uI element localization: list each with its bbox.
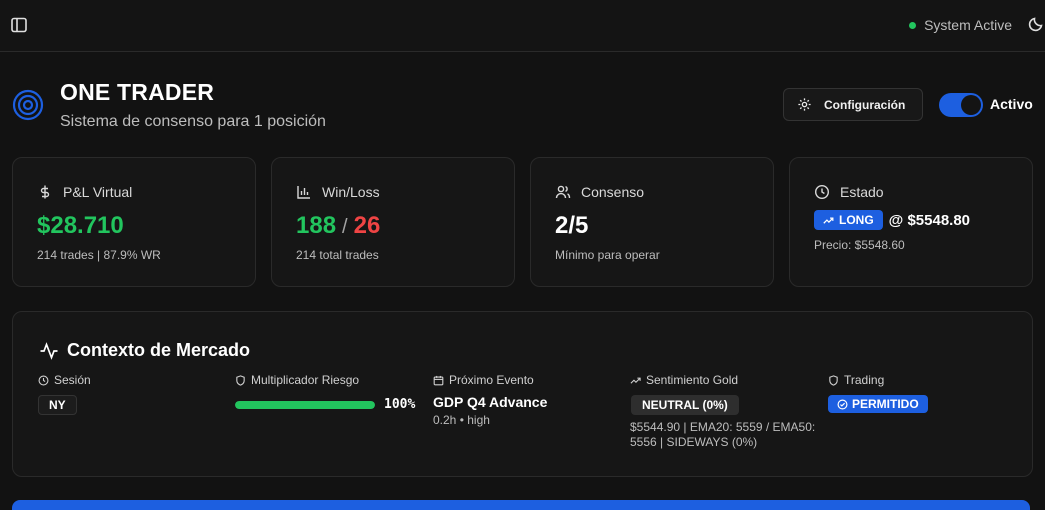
event-sub: 0.2h • high [433,413,490,427]
consenso-card: Consenso 2/5 Mínimo para operar [530,157,774,287]
target-logo-icon [12,89,44,121]
status-dot-icon [909,21,917,29]
event-name: GDP Q4 Advance [433,394,548,410]
sentiment-header: Sentimiento Gold [630,372,820,388]
risk-progress-fill [235,400,375,409]
calendar-icon [433,375,444,385]
clock-icon [38,375,49,385]
winloss-value: 188/26 [296,212,380,240]
risk-column: Multiplicador Riesgo 100% [235,372,415,412]
pnl-card-header: P&L Virtual [37,184,132,200]
clock-icon [814,184,830,200]
trading-header: Trading [828,372,928,388]
session-column: Sesión NY [38,372,91,415]
consenso-card-header: Consenso [555,184,644,200]
bottom-action-bar[interactable] [12,500,1030,510]
session-header: Sesión [38,372,91,388]
active-toggle-label: Activo [990,96,1033,112]
long-badge: LONG [814,210,883,230]
config-button-label: Configuración [824,97,906,112]
estado-card-header: Estado [814,184,884,200]
page-title: ONE TRADER [60,79,215,105]
trading-column: Trading PERMITIDO [828,372,928,415]
page-subtitle: Sistema de consenso para 1 posición [60,113,326,130]
active-toggle[interactable] [939,93,983,117]
sentiment-detail: $5544.90 | EMA20: 5559 / EMA50: 5556 | S… [630,420,816,449]
risk-progress-bar [235,400,375,409]
sentiment-label: Sentimiento Gold [646,373,739,387]
config-button[interactable]: Configuración [783,88,923,121]
sentiment-badge: NEUTRAL (0%) [631,395,739,415]
risk-percent: 100% [384,397,416,412]
shield-icon [829,374,838,386]
session-label: Sesión [54,373,91,387]
sentiment-column: Sentimiento Gold NEUTRAL (0%) $5544.90 |… [630,372,820,450]
trading-badge-label: PERMITIDO [852,397,919,411]
pnl-sub: 214 trades | 87.9% WR [37,248,161,262]
losses-value: 26 [353,212,381,239]
toggle-knob [961,95,981,115]
market-context-panel: Contexto de Mercado Sesión NY Multiplica… [12,311,1033,477]
wins-value: 188 [296,212,337,239]
trending-up-icon [823,217,834,224]
gear-icon [798,98,811,111]
event-header: Próximo Evento [433,372,547,388]
long-badge-label: LONG [839,213,874,227]
consenso-value: 2/5 [555,212,589,239]
dollar-icon [40,185,50,199]
estado-price: @ $5548.80 [888,211,971,229]
shield-icon [236,374,245,386]
bar-chart-icon [297,186,310,199]
trading-label: Trading [844,373,885,387]
estado-card: Estado LONG @ $5548.80 Precio: $5548.60 [789,157,1033,287]
estado-sub: Precio: $5548.60 [814,238,905,252]
market-context-header: Contexto de Mercado [39,340,250,361]
top-bar: System Active [0,0,1045,52]
activity-icon [40,341,58,360]
winloss-card: Win/Loss 188/26 214 total trades [271,157,515,287]
estado-row: LONG @ $5548.80 [814,210,970,230]
sidebar-toggle-icon[interactable] [10,16,28,34]
winloss-sub: 214 total trades [296,248,379,262]
market-context-title: Contexto de Mercado [67,340,251,360]
risk-label: Multiplicador Riesgo [251,373,360,387]
session-badge: NY [38,395,77,415]
risk-header: Multiplicador Riesgo [235,372,415,388]
risk-row: 100% [235,397,415,412]
winloss-label: Win/Loss [322,184,380,200]
users-icon [555,185,571,199]
check-circle-icon [837,399,848,409]
moon-icon[interactable] [1027,15,1045,33]
pnl-value: $28.710 [37,212,124,239]
winloss-card-header: Win/Loss [296,184,380,200]
pnl-label: P&L Virtual [63,184,133,200]
system-status: System Active [909,15,1012,35]
event-column: Próximo Evento GDP Q4 Advance 0.2h • hig… [433,372,547,427]
trading-badge: PERMITIDO [828,395,928,413]
winloss-separator: / [342,216,348,238]
consenso-label: Consenso [581,184,645,200]
pnl-card: P&L Virtual $28.710 214 trades | 87.9% W… [12,157,256,287]
event-label: Próximo Evento [449,373,534,387]
trending-up-icon [630,377,641,384]
estado-label: Estado [840,184,884,200]
consenso-sub: Mínimo para operar [555,248,660,262]
system-status-text: System Active [924,17,1012,33]
